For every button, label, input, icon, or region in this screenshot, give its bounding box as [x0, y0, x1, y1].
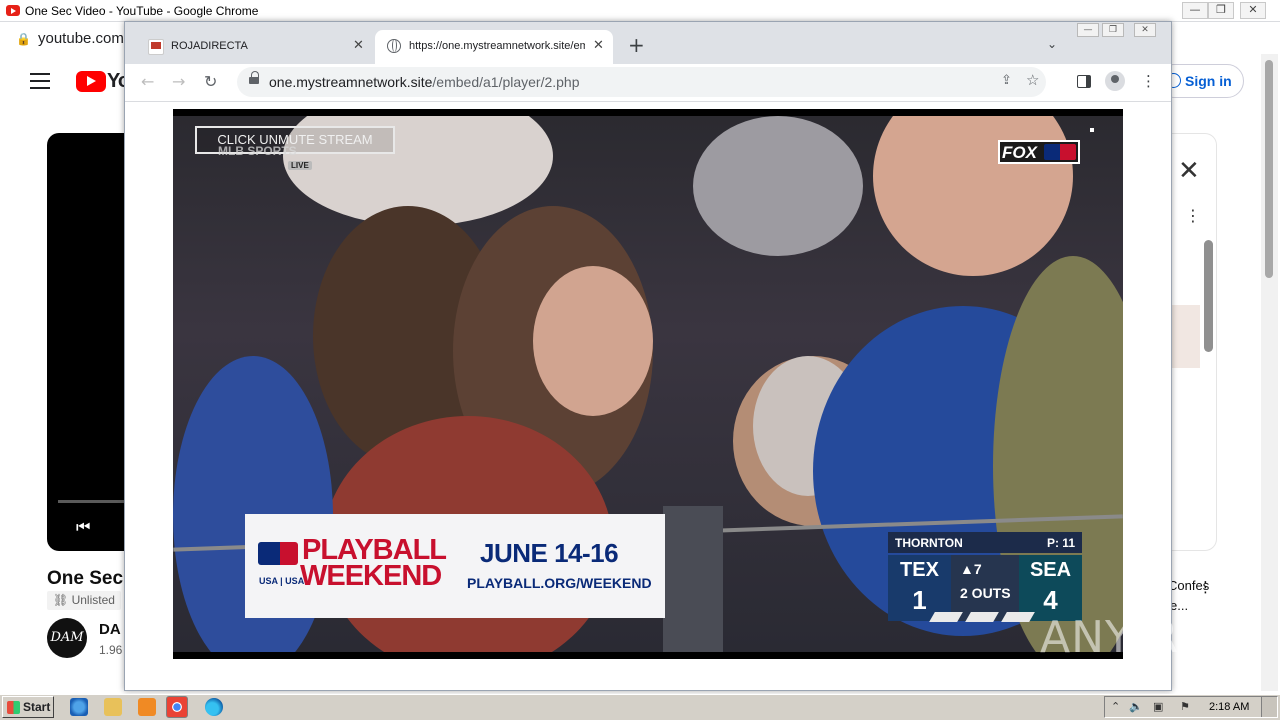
address-bar-url[interactable]: one.mystreamnetwork.site/embed/a1/player… — [269, 74, 580, 90]
scorebug-header: THORNTON P: 11 — [888, 532, 1082, 553]
video-title: One Sec — [47, 568, 124, 589]
start-button[interactable]: Start — [2, 696, 54, 718]
home-team-abbr: SEA — [1029, 559, 1072, 581]
outs-indicator: 2 OUTS — [960, 585, 1011, 601]
tab-close-icon[interactable]: ✕ — [593, 38, 604, 53]
rojadirecta-favicon-icon — [148, 39, 164, 55]
share-icon[interactable]: ⇪ — [1001, 73, 1012, 88]
broadcaster-label: FOX — [1002, 143, 1037, 162]
restore-button[interactable]: ❐ — [1102, 23, 1124, 37]
youtube-logo-icon[interactable] — [76, 71, 106, 92]
taskbar — [0, 694, 1280, 720]
edge-icon[interactable] — [205, 698, 223, 716]
tab-strip: ROJADIRECTA ✕ https://one.mystreamnetwor… — [125, 22, 1171, 64]
minimize-button[interactable]: — — [1077, 23, 1099, 37]
lock-icon: 🔒 — [16, 32, 31, 46]
subscriber-count: 1.96 — [99, 643, 123, 657]
bookmark-star-icon[interactable]: ☆ — [1026, 71, 1039, 89]
globe-icon — [387, 39, 401, 53]
url-path: /embed/a1/player/2.php — [432, 74, 580, 90]
anyrun-watermark: ANY RUN — [1040, 612, 1247, 663]
stream-indicator-dot — [1090, 128, 1094, 132]
live-tag: LIVE — [288, 161, 312, 170]
bases-indicator — [928, 612, 1048, 626]
side-video-more-icon[interactable]: ⋮ — [1198, 578, 1213, 596]
sign-in-label: Sign in — [1185, 73, 1232, 89]
volume-icon[interactable]: 🔈 — [1129, 700, 1143, 713]
reload-icon[interactable]: ↻ — [204, 72, 217, 91]
panel-thumbnail[interactable] — [1172, 305, 1200, 368]
background-window-title: One Sec Video - YouTube - Google Chrome — [25, 4, 259, 18]
network-icon[interactable]: ▣ — [1153, 700, 1163, 713]
tab-label: ROJADIRECTA — [171, 40, 248, 52]
tray-expand-icon[interactable]: ⌃ — [1111, 700, 1120, 713]
previous-video-icon[interactable]: ⏮ — [76, 519, 90, 537]
minimize-button[interactable]: — — [1182, 2, 1208, 19]
background-window-titlebar: One Sec Video - YouTube - Google Chrome — [0, 0, 1280, 22]
panel-scrollbar-thumb[interactable] — [1204, 240, 1213, 352]
ad-partners: USA | USA — [259, 576, 305, 586]
ad-dates: JUNE 14-16 — [480, 538, 619, 568]
maximize-button[interactable]: ❐ — [1208, 2, 1234, 19]
clock[interactable]: 2:18 AM — [1209, 701, 1249, 713]
action-center-flag-icon[interactable]: ⚑ — [1180, 700, 1190, 713]
unlisted-label: Unlisted — [71, 593, 115, 607]
batter-name: THORNTON — [895, 536, 963, 550]
internet-explorer-icon[interactable] — [70, 698, 88, 716]
close-window-button[interactable]: ✕ — [1134, 23, 1156, 37]
media-player-icon[interactable] — [138, 698, 156, 716]
chrome-menu-icon[interactable]: ⋮ — [1141, 72, 1156, 90]
url-host: one.mystreamnetwork.site — [269, 74, 433, 90]
hamburger-menu-icon[interactable] — [30, 73, 50, 89]
playball-ad-banner: PLAYBALL WEEKEND USA | USA JUNE 14-16 PL… — [245, 514, 665, 618]
file-explorer-icon[interactable] — [104, 698, 122, 716]
away-team-abbr: TEX — [900, 559, 939, 581]
profile-avatar-icon[interactable] — [1105, 71, 1125, 91]
scorebug: THORNTON P: 11 TEX 1 ▲7 2 OUTS SEA 4 — [888, 532, 1082, 622]
tab-search-chevron-icon[interactable]: ⌄ — [1047, 37, 1057, 51]
unlisted-badge: ⛓ Unlisted — [47, 591, 121, 610]
mlb-logo-icon — [1044, 144, 1076, 160]
close-panel-icon[interactable]: ✕ — [1178, 158, 1200, 184]
lock-icon[interactable] — [249, 71, 259, 84]
base-icon — [965, 612, 999, 622]
side-video-subtitle: e... — [1170, 598, 1189, 613]
show-desktop-button[interactable] — [1261, 697, 1277, 717]
youtube-favicon-icon — [6, 5, 20, 16]
channel-avatar[interactable]: DAM — [47, 618, 87, 658]
forward-arrow-icon[interactable]: → — [172, 72, 185, 91]
inning-indicator: ▲7 — [960, 561, 982, 577]
mlb-logo-icon — [258, 542, 298, 565]
tab-close-icon[interactable]: ✕ — [353, 38, 364, 53]
scrollbar-thumb[interactable] — [1265, 60, 1273, 278]
base-icon — [1001, 612, 1035, 622]
background-url[interactable]: youtube.com/ — [38, 30, 128, 47]
tab-label: https://one.mystreamnetwork.site/embed/a… — [409, 40, 585, 52]
side-panel-icon[interactable] — [1077, 75, 1091, 88]
close-window-button[interactable]: ✕ — [1240, 2, 1266, 19]
network-bug: MLB SPORTS — [218, 144, 297, 158]
tab-rojadirecta[interactable]: ROJADIRECTA ✕ — [135, 30, 373, 64]
pitch-count: P: 11 — [1046, 536, 1075, 550]
youtube-progress-bar[interactable] — [58, 500, 128, 503]
ad-headline-line2: WEEKEND — [300, 560, 442, 592]
base-icon — [929, 612, 963, 622]
chrome-taskbar-icon[interactable] — [166, 696, 188, 718]
ad-url: PLAYBALL.ORG/WEEKEND — [467, 575, 652, 591]
fox-mlb-logo: FOX — [998, 140, 1080, 164]
windows-logo-icon — [7, 701, 20, 714]
tab-stream-player[interactable]: https://one.mystreamnetwork.site/embed/a… — [375, 30, 613, 64]
channel-name[interactable]: DA — [99, 621, 121, 638]
start-label: Start — [23, 700, 51, 714]
address-bar[interactable]: one.mystreamnetwork.site/embed/a1/player… — [237, 67, 1046, 97]
back-arrow-icon[interactable]: ← — [141, 72, 154, 91]
more-vert-icon[interactable]: ⋮ — [1185, 206, 1201, 225]
new-tab-icon[interactable]: + — [628, 35, 645, 55]
